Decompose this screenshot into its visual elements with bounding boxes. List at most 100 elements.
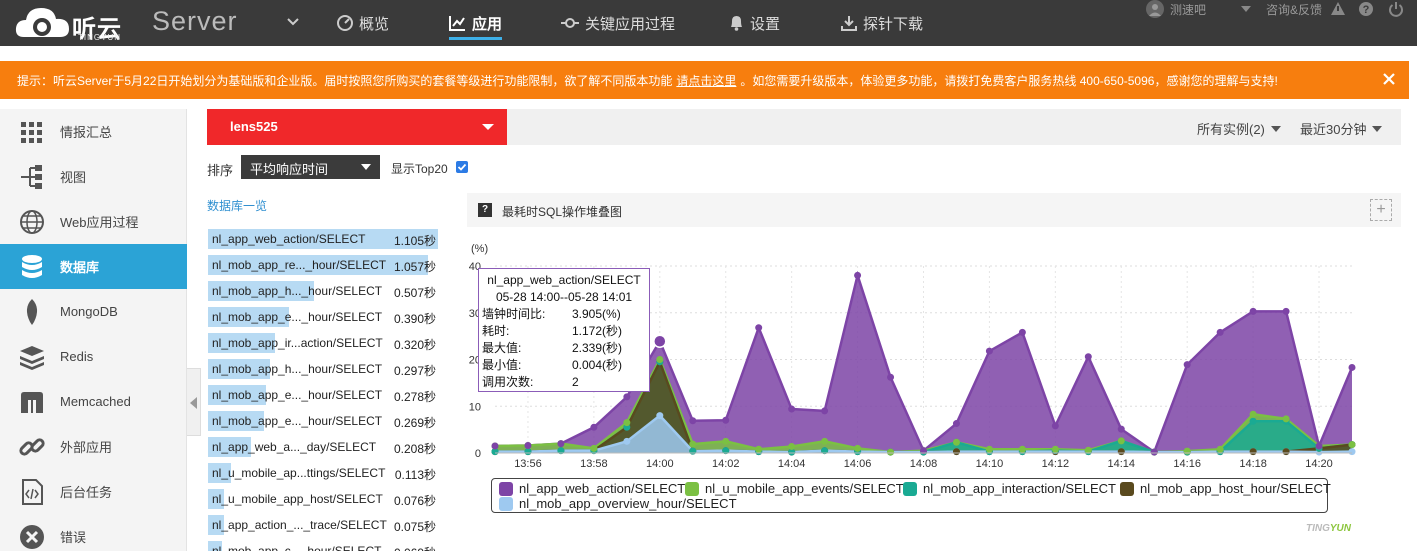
sidebar-item-redis[interactable]: Redis bbox=[0, 334, 187, 379]
data-point bbox=[1216, 445, 1224, 453]
x-tick-label: 14:08 bbox=[910, 458, 938, 470]
sidebar-item-summary[interactable]: 情报汇总 bbox=[0, 109, 187, 154]
tingyun-watermark: TINGYUN bbox=[1306, 523, 1351, 534]
legend-item[interactable]: nl_u_mobile_app_events/SELECT bbox=[685, 481, 904, 496]
data-point bbox=[755, 324, 763, 332]
sidebar-item-memcached[interactable]: Memcached bbox=[0, 379, 187, 424]
database-row[interactable]: nl_mob_app_e..._hour/SELECT 0.278秒 bbox=[207, 382, 439, 408]
database-row-value: 0.069秒 bbox=[394, 544, 436, 551]
time-range-dropdown[interactable]: 最近30分钟 bbox=[1300, 119, 1383, 138]
chart-tooltip: nl_app_web_action/SELECT 05-28 14:00--05… bbox=[478, 268, 650, 392]
database-row[interactable]: nl_app_web_a..._day/SELECT 0.208秒 bbox=[207, 434, 439, 460]
tooltip-value: 0.004(秒) bbox=[572, 358, 623, 372]
sort-value: 平均响应时间 bbox=[250, 162, 329, 177]
database-row-name: nl_app_web_a..._day/SELECT bbox=[212, 440, 377, 454]
data-point bbox=[1117, 425, 1125, 433]
nav-probe-download[interactable]: 探针下载 bbox=[841, 12, 923, 34]
database-row[interactable]: nl_mob_app_h..._hour/SELECT 0.297秒 bbox=[207, 356, 439, 382]
application-selector[interactable]: lens525 bbox=[207, 109, 507, 145]
sidebar-collapse-handle[interactable] bbox=[187, 368, 201, 436]
svg-text:?: ? bbox=[1363, 4, 1370, 16]
database-row-name: nl_mob_app_h..._hour/SELECT bbox=[212, 362, 383, 376]
checkmark-icon bbox=[457, 163, 467, 171]
warning-icon[interactable] bbox=[1330, 1, 1346, 16]
chart-title: 最耗时SQL操作堆叠图 bbox=[502, 205, 623, 219]
data-point bbox=[1315, 442, 1323, 450]
help-icon[interactable]: ? bbox=[478, 203, 492, 217]
nav-key-process[interactable]: 关键应用过程 bbox=[561, 12, 675, 34]
power-icon[interactable] bbox=[1388, 1, 1404, 17]
instance-dropdown[interactable]: 所有实例(2) bbox=[1197, 119, 1281, 138]
highlighted-point bbox=[653, 334, 667, 349]
sidebar-item-external-app[interactable]: 外部应用 bbox=[0, 424, 187, 469]
database-row-name: nl_u_mobile_ap...ttings/SELECT bbox=[212, 466, 386, 480]
legend-item[interactable]: nl_app_web_action/SELECT bbox=[499, 481, 685, 496]
user-menu[interactable]: 测速吧 bbox=[1144, 0, 1206, 18]
database-row[interactable]: nl_u_mobile_ap...ttings/SELECT 0.113秒 bbox=[207, 460, 439, 486]
leaf-icon bbox=[26, 299, 38, 325]
notice-suffix: 。如您需要升级版本，体验更多功能，请拨打免费客户服务热线 400-650-509… bbox=[740, 73, 1278, 88]
legend-item[interactable]: nl_mob_app_host_hour/SELECT bbox=[1120, 481, 1331, 496]
chart-icon bbox=[449, 16, 465, 31]
x-tick-label: 14:10 bbox=[976, 458, 1004, 470]
database-list-title: 数据库一览 bbox=[207, 199, 268, 213]
tingyun-logo[interactable]: 听云 TINGYUN bbox=[14, 3, 124, 43]
user-dropdown[interactable] bbox=[1241, 0, 1251, 18]
sidebar-item-error[interactable]: 错误 bbox=[0, 514, 187, 551]
top20-checkbox[interactable] bbox=[456, 161, 468, 173]
database-row[interactable]: nl_mob_app_c..._hour/SELECT 0.069秒 bbox=[207, 538, 439, 551]
database-row[interactable]: nl_mob_app_h..._hour/SELECT 0.507秒 bbox=[207, 278, 439, 304]
watermark-part-b: YUN bbox=[1329, 523, 1352, 534]
data-point bbox=[755, 445, 763, 453]
database-row-value: 0.076秒 bbox=[393, 494, 436, 508]
database-row-value: 1.057秒 bbox=[393, 260, 436, 274]
data-point bbox=[985, 445, 993, 453]
data-point bbox=[821, 407, 829, 415]
legend-item[interactable]: nl_mob_app_interaction/SELECT bbox=[903, 481, 1116, 496]
sidebar-item-database[interactable]: 数据库 bbox=[0, 244, 187, 289]
sidebar-item-background-task[interactable]: 后台任务 bbox=[0, 469, 187, 514]
close-icon[interactable] bbox=[1381, 71, 1397, 87]
expand-button[interactable]: + bbox=[1370, 199, 1392, 221]
y-tick-label: 0 bbox=[475, 448, 481, 460]
notice-link[interactable]: 请点击这里 bbox=[676, 72, 736, 89]
database-row[interactable]: nl_mob_app_e..._hour/SELECT 0.390秒 bbox=[207, 304, 439, 330]
feedback-label: 咨询&反馈 bbox=[1266, 2, 1323, 17]
legend-item[interactable]: nl_mob_app_overview_hour/SELECT bbox=[499, 496, 737, 511]
y-axis-label: (%) bbox=[471, 243, 488, 255]
database-row[interactable]: nl_mob_app_re..._hour/SELECT 1.057秒 bbox=[207, 252, 439, 278]
sidebar-item-mongodb[interactable]: MongoDB bbox=[0, 289, 187, 334]
data-point bbox=[1282, 448, 1290, 456]
nav-settings[interactable]: 设置 bbox=[729, 12, 780, 34]
tooltip-row: 耗时: 1.172(秒) bbox=[482, 323, 646, 340]
sidebar-item-label: 视图 bbox=[60, 170, 87, 185]
data-point bbox=[1216, 328, 1224, 336]
help-icon[interactable]: ? bbox=[1358, 1, 1374, 17]
database-row[interactable]: nl_u_mobile_app_host/SELECT 0.076秒 bbox=[207, 486, 439, 512]
data-point bbox=[689, 440, 697, 448]
data-point bbox=[590, 444, 598, 452]
data-point bbox=[1249, 410, 1257, 418]
database-row-name: nl_mob_app_e..._hour/SELECT bbox=[212, 388, 383, 402]
link-icon bbox=[19, 438, 45, 456]
database-row[interactable]: nl_mob_app_e..._hour/SELECT 0.269秒 bbox=[207, 408, 439, 434]
nav-application[interactable]: 应用 bbox=[449, 12, 502, 34]
sidebar-item-web-process[interactable]: Web应用过程 bbox=[0, 199, 187, 244]
data-point bbox=[1183, 361, 1191, 369]
brand-sub: TINGYUN bbox=[78, 33, 121, 42]
database-row[interactable]: nl_mob_app_ir...action/SELECT 0.320秒 bbox=[207, 330, 439, 356]
feedback-link[interactable]: 咨询&反馈 bbox=[1266, 0, 1322, 18]
sidebar-item-label: 情报汇总 bbox=[60, 125, 113, 140]
nav-overview[interactable]: 概览 bbox=[337, 12, 389, 34]
tooltip-row: 墙钟时间比: 3.905(%) bbox=[482, 306, 646, 323]
database-row[interactable]: nl_app_web_action/SELECT 1.105秒 bbox=[207, 226, 439, 252]
data-point bbox=[524, 442, 532, 450]
x-tick-label: 14:12 bbox=[1042, 458, 1070, 470]
sort-label: 排序 bbox=[207, 163, 234, 178]
data-point bbox=[722, 437, 730, 445]
sort-select[interactable]: 平均响应时间 bbox=[241, 155, 380, 179]
tooltip-row: 调用次数: 2 bbox=[482, 374, 646, 391]
chevron-down-icon[interactable] bbox=[286, 15, 300, 29]
sidebar-item-view[interactable]: 视图 bbox=[0, 154, 187, 199]
database-row[interactable]: nl_app_action_..._trace/SELECT 0.075秒 bbox=[207, 512, 439, 538]
